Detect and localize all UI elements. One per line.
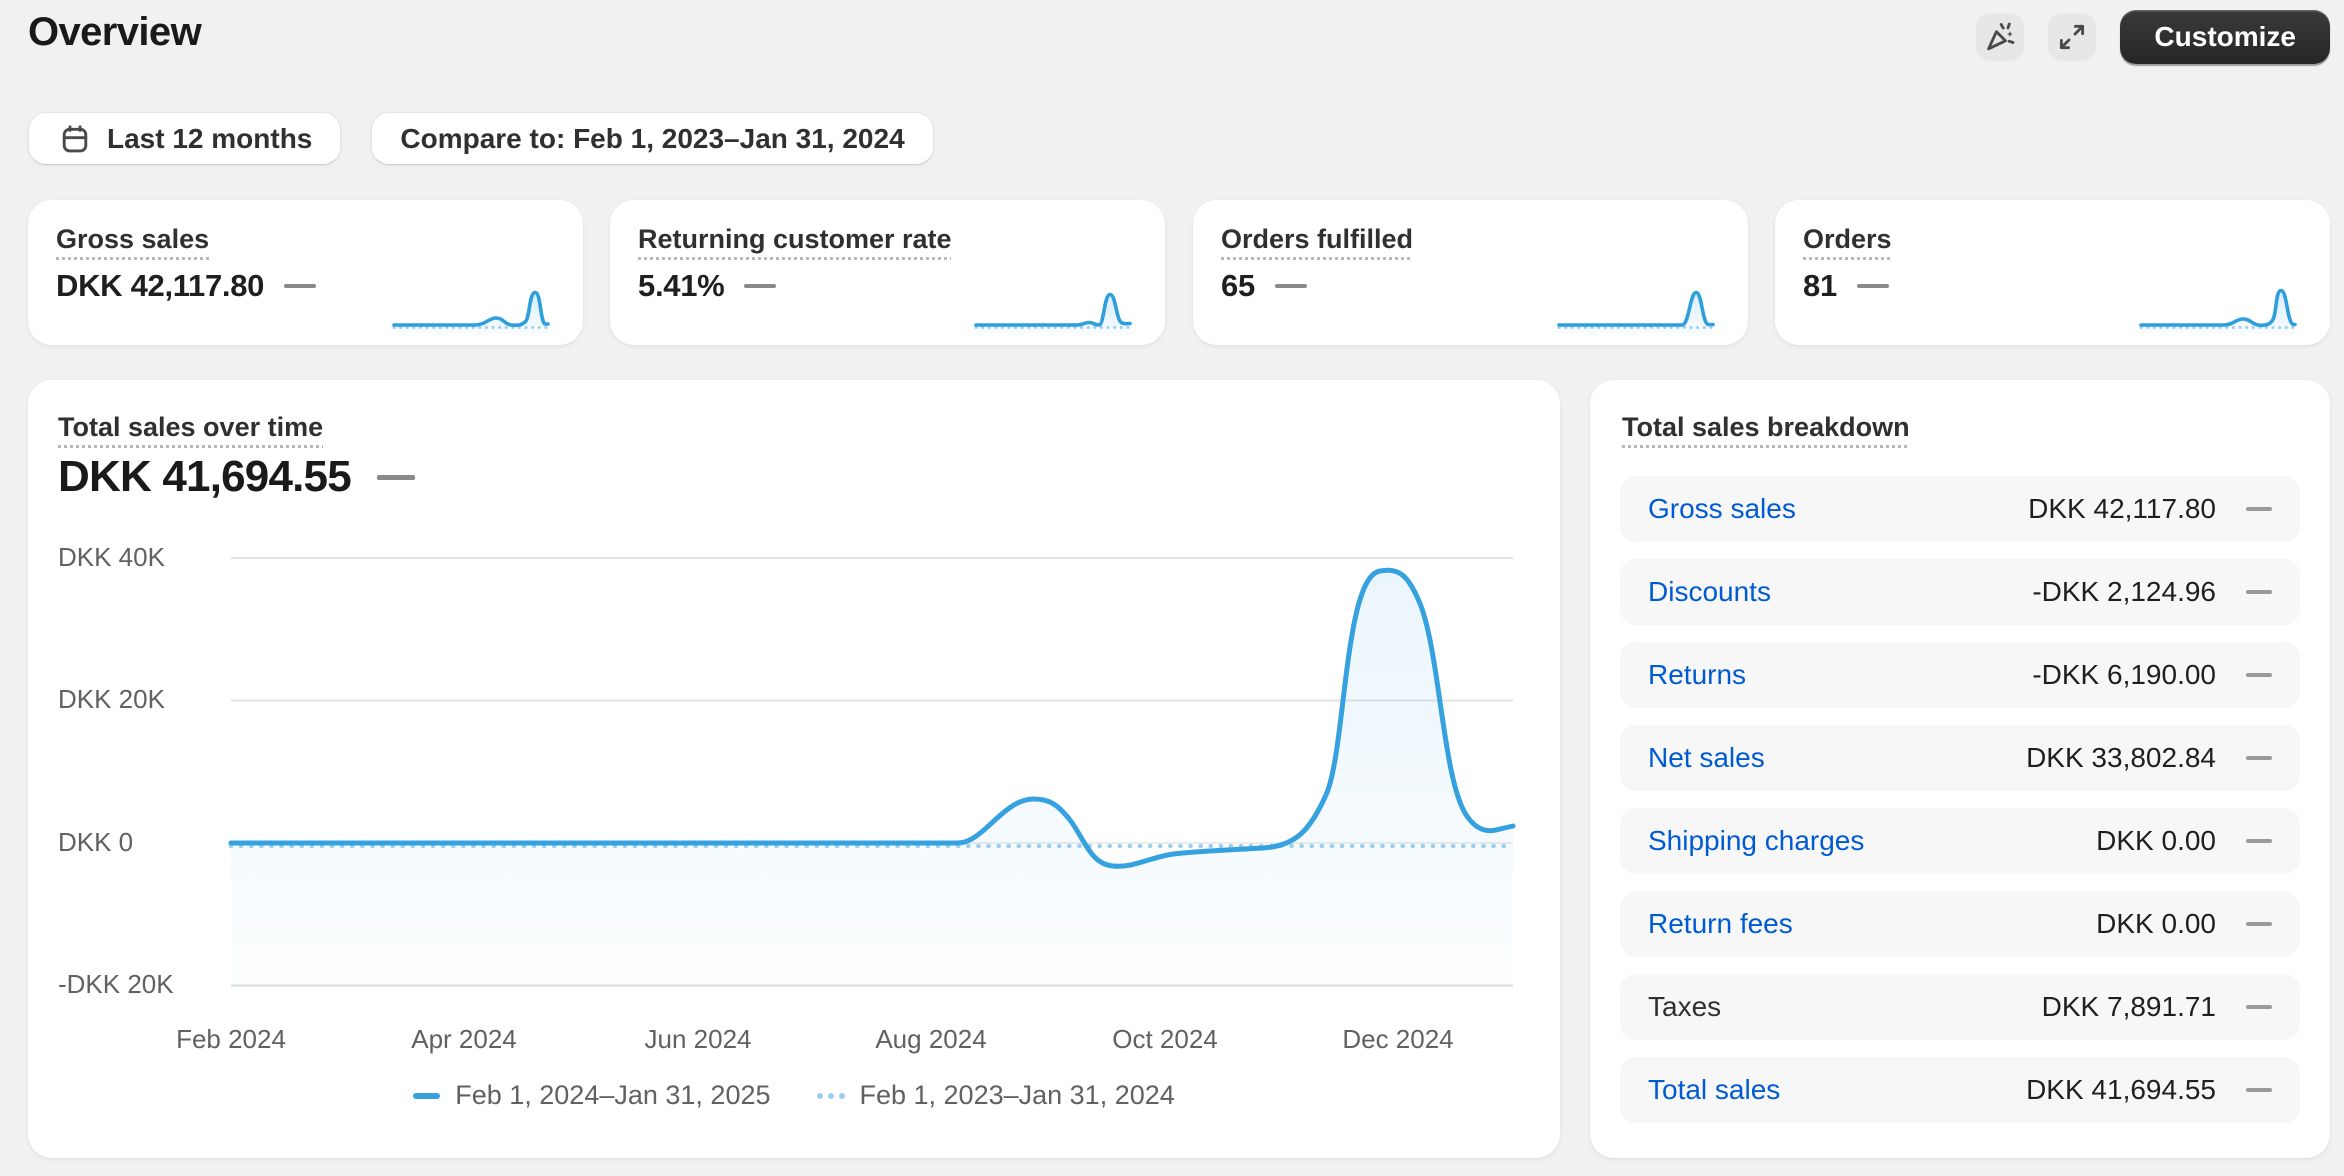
y-tick: -DKK 20K xyxy=(58,969,174,999)
calendar-icon xyxy=(62,124,88,152)
row-link-total-sales[interactable]: Total sales xyxy=(1648,1074,1780,1106)
sparkline-returning-customer-rate xyxy=(974,292,1132,335)
date-range-button[interactable]: Last 12 months xyxy=(28,112,342,165)
x-tick: Apr 2024 xyxy=(411,1024,517,1054)
metric-value: 81 xyxy=(1803,268,1837,303)
x-tick: Aug 2024 xyxy=(875,1024,987,1054)
metric-title-gross-sales[interactable]: Gross sales xyxy=(56,224,209,255)
row-value: DKK 0.00 xyxy=(2096,908,2216,939)
legend-dotted-line-icon xyxy=(816,1092,845,1099)
y-tick: DKK 20K xyxy=(58,684,165,714)
metric-value: DKK 42,117.80 xyxy=(56,268,265,303)
magic-sparkle-icon[interactable] xyxy=(1976,13,2025,61)
total-sales-over-time-card: Total sales over time DKK 41,694.55 DKK … xyxy=(28,380,1560,1158)
table-row-shipping-charges: Shipping charges DKK 0.00 xyxy=(1620,808,2300,874)
no-change-dash-icon xyxy=(2246,507,2272,511)
metric-value: 5.41% xyxy=(638,268,725,303)
metric-card-orders-fulfilled: Orders fulfilled 65 xyxy=(1193,200,1748,345)
row-value: DKK 7,891.71 xyxy=(2041,991,2216,1022)
row-value: DKK 33,802.84 xyxy=(2026,742,2216,773)
customize-button[interactable]: Customize xyxy=(2120,10,2330,64)
row-value: -DKK 6,190.00 xyxy=(2032,659,2216,690)
row-link-return-fees[interactable]: Return fees xyxy=(1648,908,1793,940)
header-actions: Customize xyxy=(1976,10,2330,64)
row-value: DKK 42,117.80 xyxy=(2028,493,2216,524)
row-value: -DKK 2,124.96 xyxy=(2032,576,2216,607)
metric-value-row: 65 xyxy=(1221,268,1307,304)
no-change-dash-icon xyxy=(2246,839,2272,843)
sparkline-orders xyxy=(2139,288,2297,335)
metric-value-row: 81 xyxy=(1803,268,1889,304)
no-change-dash-icon xyxy=(2246,756,2272,760)
metric-value: 65 xyxy=(1221,268,1255,303)
row-link-net-sales[interactable]: Net sales xyxy=(1648,742,1765,774)
no-change-dash-icon xyxy=(2246,1088,2272,1092)
sparkline-orders-fulfilled xyxy=(1557,290,1715,335)
legend-label: Feb 1, 2024–Jan 31, 2025 xyxy=(455,1080,771,1110)
expand-icon xyxy=(2060,24,2085,50)
legend-label: Feb 1, 2023–Jan 31, 2024 xyxy=(859,1080,1175,1110)
table-row-total-sales: Total sales DKK 41,694.55 xyxy=(1620,1057,2300,1123)
table-row-discounts: Discounts -DKK 2,124.96 xyxy=(1620,559,2300,625)
row-link-shipping-charges[interactable]: Shipping charges xyxy=(1648,825,1864,857)
x-tick: Jun 2024 xyxy=(644,1024,752,1054)
metric-card-gross-sales: Gross sales DKK 42,117.80 xyxy=(28,200,583,345)
expand-icon[interactable] xyxy=(2048,13,2097,61)
row-label-taxes: Taxes xyxy=(1648,991,1722,1022)
page-title: Overview xyxy=(28,10,202,54)
breakdown-rows: Gross sales DKK 42,117.80 Discounts -DKK… xyxy=(1620,476,2300,1123)
y-tick: DKK 40K xyxy=(58,542,165,572)
y-tick: DKK 0 xyxy=(58,827,134,857)
x-tick: Dec 2024 xyxy=(1342,1024,1454,1054)
row-link-discounts[interactable]: Discounts xyxy=(1648,576,1771,608)
chart-legend: Feb 1, 2024–Jan 31, 2025 Feb 1, 2023–Jan… xyxy=(28,1080,1560,1111)
metric-card-orders: Orders 81 xyxy=(1775,200,2330,345)
filter-row: Last 12 months Compare to: Feb 1, 2023–J… xyxy=(28,112,934,165)
table-row-net-sales: Net sales DKK 33,802.84 xyxy=(1620,725,2300,791)
legend-item-comparison-period: Feb 1, 2023–Jan 31, 2024 xyxy=(816,1080,1175,1111)
legend-solid-line-icon xyxy=(413,1092,441,1099)
no-change-dash-icon xyxy=(2246,590,2272,594)
breakdown-title[interactable]: Total sales breakdown xyxy=(1622,412,1910,443)
total-sales-breakdown-card: Total sales breakdown Gross sales DKK 42… xyxy=(1590,380,2330,1158)
x-tick: Feb 2024 xyxy=(176,1024,286,1054)
metric-title-orders-fulfilled[interactable]: Orders fulfilled xyxy=(1221,224,1413,255)
no-change-dash-icon xyxy=(2246,673,2272,677)
row-value: DKK 41,694.55 xyxy=(2026,1074,2216,1105)
no-change-dash-icon xyxy=(2246,1005,2272,1009)
row-link-gross-sales[interactable]: Gross sales xyxy=(1648,493,1796,525)
no-change-dash-icon xyxy=(284,284,317,288)
no-change-dash-icon xyxy=(1856,284,1889,288)
row-value: DKK 0.00 xyxy=(2096,825,2216,856)
metric-card-returning-customer-rate: Returning customer rate 5.41% xyxy=(610,200,1165,345)
metric-value-row: 5.41% xyxy=(638,268,777,304)
x-tick: Oct 2024 xyxy=(1112,1024,1218,1054)
table-row-returns: Returns -DKK 6,190.00 xyxy=(1620,642,2300,708)
compare-to-button[interactable]: Compare to: Feb 1, 2023–Jan 31, 2024 xyxy=(371,112,934,165)
no-change-dash-icon xyxy=(744,284,777,288)
table-row-taxes: Taxes DKK 7,891.71 xyxy=(1620,974,2300,1040)
metric-title-orders[interactable]: Orders xyxy=(1803,224,1892,255)
no-change-dash-icon xyxy=(1274,284,1307,288)
metric-value-row: DKK 42,117.80 xyxy=(56,268,317,304)
no-change-dash-icon xyxy=(2246,922,2272,926)
date-range-label: Last 12 months xyxy=(107,122,313,154)
sparkline-gross-sales xyxy=(392,290,550,335)
row-link-returns[interactable]: Returns xyxy=(1648,659,1746,691)
compare-to-label: Compare to: Feb 1, 2023–Jan 31, 2024 xyxy=(400,122,905,154)
overview-page: Overview Customize Last 12 months Compar… xyxy=(0,0,2344,1176)
legend-item-current-period: Feb 1, 2024–Jan 31, 2025 xyxy=(413,1080,771,1111)
table-row-gross-sales: Gross sales DKK 42,117.80 xyxy=(1620,476,2300,542)
magic-sparkle-icon xyxy=(1987,22,2015,51)
table-row-return-fees: Return fees DKK 0.00 xyxy=(1620,891,2300,957)
metric-title-returning-customer-rate[interactable]: Returning customer rate xyxy=(638,224,952,255)
